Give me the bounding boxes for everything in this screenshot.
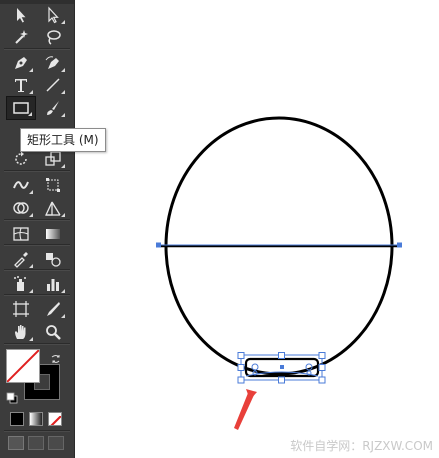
handle-middle-right[interactable] <box>318 364 326 371</box>
lasso-icon <box>47 30 61 45</box>
draw-inside-button[interactable] <box>48 436 64 450</box>
mesh-tool-button[interactable] <box>6 222 36 246</box>
arrow-icon <box>17 8 26 23</box>
none-icon <box>50 415 61 425</box>
paintbrush-tool-button[interactable] <box>38 96 68 120</box>
type-icon <box>15 79 27 92</box>
handle-middle-left[interactable] <box>237 364 245 371</box>
slice-icon <box>47 302 60 316</box>
fill-swatch[interactable] <box>6 349 40 383</box>
shape-builder-icon <box>13 202 29 214</box>
brush-icon <box>47 101 59 115</box>
mesh-icon <box>13 227 29 241</box>
swap-colors-button[interactable] <box>50 350 62 363</box>
lasso-tool-button[interactable] <box>38 25 68 49</box>
tools-panel <box>0 0 75 458</box>
line-anchor-left[interactable] <box>156 242 161 248</box>
direct-selection-tool-button[interactable] <box>38 3 68 27</box>
draw-modes <box>8 436 66 450</box>
handle-bottom-right[interactable] <box>318 376 326 384</box>
rectangle-tool-button[interactable] <box>6 96 36 120</box>
type-tool-button[interactable] <box>6 73 36 97</box>
free-transform-tool-button[interactable] <box>38 173 68 197</box>
perspective-icon <box>44 201 61 216</box>
eyedropper-tool-button[interactable] <box>6 247 36 271</box>
none-mode-button[interactable] <box>48 412 62 426</box>
white-arrow-icon <box>48 6 59 24</box>
artboard-canvas[interactable]: 软件自学网：RJZXW.COM <box>75 0 439 458</box>
symbol-sprayer-tool-button[interactable] <box>6 272 36 296</box>
rotate-icon <box>15 151 27 165</box>
selection-tool-button[interactable] <box>6 3 36 27</box>
handle-bottom-left[interactable] <box>237 376 245 384</box>
line-tool-button[interactable] <box>38 73 68 97</box>
magic-wand-tool-button[interactable] <box>6 25 36 49</box>
default-colors-icon <box>6 392 18 404</box>
hand-icon <box>15 325 26 339</box>
center-point <box>280 365 284 369</box>
gradient-mode-button[interactable] <box>29 412 43 426</box>
perspective-grid-tool-button[interactable] <box>38 196 68 220</box>
free-transform-icon <box>46 178 60 192</box>
corner-widget-left[interactable] <box>251 363 259 371</box>
graph-icon <box>47 279 59 291</box>
draw-behind-button[interactable] <box>28 436 44 450</box>
scale-icon <box>45 151 61 166</box>
zoom-icon <box>46 325 61 340</box>
default-colors-button[interactable] <box>6 389 18 404</box>
none-slash-icon <box>7 350 39 382</box>
pen-icon <box>15 57 27 69</box>
red-arrow-annotation <box>234 389 257 430</box>
slice-tool-button[interactable] <box>38 297 68 321</box>
handle-top-right[interactable] <box>318 352 326 359</box>
sprayer-icon <box>14 276 26 291</box>
color-mode-button[interactable] <box>10 412 24 426</box>
zoom-tool-button[interactable] <box>38 320 68 344</box>
curvature-tool-button[interactable] <box>38 51 68 75</box>
graph-tool-button[interactable] <box>38 272 68 296</box>
hand-tool-button[interactable] <box>6 320 36 344</box>
curvature-pen-icon <box>45 56 59 69</box>
artboard-tool-button[interactable] <box>6 297 36 321</box>
handle-top-middle[interactable] <box>278 352 285 359</box>
draw-normal-button[interactable] <box>8 436 24 450</box>
small-rectangle-selection[interactable] <box>237 352 326 384</box>
gradient-tool-button[interactable] <box>38 222 68 246</box>
blend-tool-button[interactable] <box>38 247 68 271</box>
gradient-icon <box>46 229 60 239</box>
swap-arrow-icon <box>51 355 60 363</box>
eyedropper-icon <box>14 252 28 268</box>
watermark-text: 软件自学网：RJZXW.COM <box>290 439 433 453</box>
magic-wand-icon <box>15 30 28 44</box>
blend-icon <box>46 253 61 267</box>
pen-tool-button[interactable] <box>6 51 36 75</box>
handle-bottom-middle[interactable] <box>278 376 285 384</box>
artwork <box>156 116 402 430</box>
line-icon <box>46 78 60 92</box>
width-tool-button[interactable] <box>6 173 36 197</box>
line-anchor-right[interactable] <box>397 242 402 248</box>
handle-top-left[interactable] <box>237 352 245 359</box>
shape-builder-tool-button[interactable] <box>6 196 36 220</box>
artboard-icon <box>13 301 29 317</box>
width-icon <box>13 181 29 189</box>
